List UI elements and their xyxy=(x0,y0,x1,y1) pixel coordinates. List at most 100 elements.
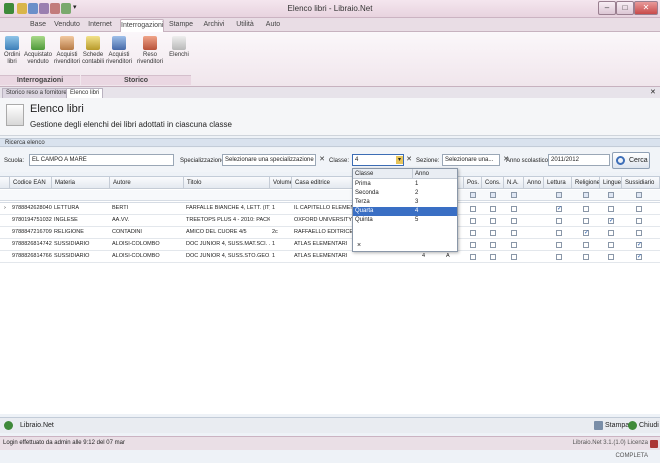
stampa-button[interactable]: Stampa xyxy=(594,421,629,431)
checkbox-lingue[interactable] xyxy=(608,206,614,212)
chiudi-button[interactable]: Chiudi xyxy=(628,421,659,431)
checkbox-na_cb[interactable] xyxy=(511,254,517,260)
dropdown-item[interactable]: Seconda 2 xyxy=(353,189,457,198)
page-title: Elenco libri xyxy=(30,103,84,115)
checkbox-sussidiario[interactable]: ✓ xyxy=(636,254,642,260)
cerca-button[interactable]: Cerca xyxy=(612,152,650,169)
schede-contabili-button[interactable]: Schede contabili xyxy=(81,36,105,66)
tab-internet[interactable]: Internet xyxy=(84,19,116,32)
specializzazione-select[interactable]: Selezionare una specializzazione xyxy=(222,154,316,166)
checkbox-cons[interactable] xyxy=(490,254,496,260)
classe-dropdown-icon[interactable]: ▾ xyxy=(396,156,403,164)
filter-checkbox[interactable] xyxy=(470,192,476,198)
tab-archivi[interactable]: Archivi xyxy=(199,19,229,32)
col-header-materia[interactable]: Materia xyxy=(52,177,110,189)
filter-checkbox[interactable] xyxy=(490,192,496,198)
checkbox-pos[interactable] xyxy=(470,254,476,260)
cell-autore: AA.VV. xyxy=(112,217,130,223)
col-header-religione[interactable]: Religione xyxy=(572,177,600,189)
clear-specializzazione-icon[interactable]: ✕ xyxy=(318,155,326,165)
col-header-ean[interactable]: Codice EAN xyxy=(10,177,52,189)
dropdown-item[interactable]: Quarta 4 xyxy=(353,207,457,216)
sezione-select[interactable]: Selezionare una... xyxy=(442,154,500,166)
checkbox-pos[interactable] xyxy=(470,230,476,236)
tab-base[interactable]: Base xyxy=(26,19,50,32)
close-button[interactable]: ✕ xyxy=(634,1,658,15)
dropdown-item-classe: Quinta xyxy=(355,217,373,223)
checkbox-pos[interactable] xyxy=(470,206,476,212)
checkbox-lettura[interactable] xyxy=(556,254,562,260)
dropdown-clear-icon[interactable]: × xyxy=(357,242,361,249)
checkbox-lettura[interactable] xyxy=(556,242,562,248)
tab-venduto[interactable]: Venduto xyxy=(53,19,81,32)
col-header-titolo[interactable]: Titolo xyxy=(184,177,270,189)
dropdown-item-anno: 5 xyxy=(415,217,419,223)
tab-utilita[interactable]: Utilità xyxy=(233,19,257,32)
ordini-libri-button[interactable]: Ordini libri xyxy=(2,36,22,66)
dropdown-item[interactable]: Quinta 5 xyxy=(353,216,457,225)
clear-classe-icon[interactable]: ✕ xyxy=(405,155,413,165)
col-header-cons[interactable]: Cons. xyxy=(482,177,504,189)
acquisti-rivenditori-button[interactable]: Acquisti rivenditori xyxy=(53,36,81,66)
checkbox-religione[interactable] xyxy=(583,254,589,260)
col-header-lettura[interactable]: Lettura xyxy=(544,177,572,189)
filter-checkbox[interactable] xyxy=(511,192,517,198)
checkbox-religione[interactable]: ✓ xyxy=(583,230,589,236)
filter-checkbox[interactable] xyxy=(636,192,642,198)
tab-auto[interactable]: Auto xyxy=(261,19,285,32)
checkbox-cons[interactable] xyxy=(490,230,496,236)
checkbox-lettura[interactable]: ✓ xyxy=(556,206,562,212)
checkbox-pos[interactable] xyxy=(470,242,476,248)
scuola-input[interactable]: EL CAMPO A MARE xyxy=(29,154,174,166)
filter-checkbox[interactable] xyxy=(583,192,589,198)
checkbox-na_cb[interactable] xyxy=(511,218,517,224)
resize-grip-icon[interactable] xyxy=(650,440,658,448)
checkbox-na_cb[interactable] xyxy=(511,206,517,212)
checkbox-cons[interactable] xyxy=(490,242,496,248)
dropdown-item[interactable]: Prima 1 xyxy=(353,180,457,189)
col-header-pos[interactable]: Pos. xyxy=(464,177,482,189)
checkbox-sussidiario[interactable] xyxy=(636,230,642,236)
checkbox-religione[interactable] xyxy=(583,218,589,224)
checkbox-na_cb[interactable] xyxy=(511,242,517,248)
minimize-button[interactable]: – xyxy=(598,1,616,15)
checkbox-pos[interactable] xyxy=(470,218,476,224)
col-header-anno[interactable]: Anno xyxy=(524,177,544,189)
reso-rivenditori-button[interactable]: Reso rivenditori xyxy=(132,36,168,66)
doc-tab-elenco-libri[interactable]: Elenco libri xyxy=(66,88,104,98)
col-header-lingue[interactable]: Lingue xyxy=(600,177,622,189)
tab-interrogazioni[interactable]: Interrogazioni xyxy=(120,19,164,32)
checkbox-lettura[interactable] xyxy=(556,218,562,224)
col-header-volume[interactable]: Volume xyxy=(270,177,292,189)
dropdown-item[interactable]: Terza 3 xyxy=(353,198,457,207)
filter-checkbox[interactable] xyxy=(608,192,614,198)
checkbox-sussidiario[interactable] xyxy=(636,206,642,212)
checkbox-religione[interactable] xyxy=(583,206,589,212)
anno-scolastico-select[interactable]: 2011/2012 xyxy=(548,154,610,166)
acquistato-venduto-button[interactable]: Acquistato venduto xyxy=(23,36,53,66)
checkbox-sussidiario[interactable]: ✓ xyxy=(636,242,642,248)
checkbox-na_cb[interactable] xyxy=(511,230,517,236)
col-header-na[interactable]: N.A. xyxy=(504,177,524,189)
checkbox-lingue[interactable] xyxy=(608,230,614,236)
checkbox-lettura[interactable] xyxy=(556,230,562,236)
cell-titolo: DOC JUNIOR 4, SUSS.STO.GEO. ... xyxy=(186,253,270,259)
filter-checkbox[interactable] xyxy=(556,192,562,198)
storico-acquisti-rivenditori-button[interactable]: Acquisti rivenditori xyxy=(105,36,133,66)
checkbox-lingue[interactable] xyxy=(608,254,614,260)
elenchi-button[interactable]: Elenchi xyxy=(168,36,190,59)
checkbox-cons[interactable] xyxy=(490,218,496,224)
checkbox-sussidiario[interactable] xyxy=(636,218,642,224)
doc-tab-storico-reso[interactable]: Storico reso a fornitore xyxy=(2,88,71,98)
close-doc-icon[interactable]: ✕ xyxy=(650,88,656,96)
checkbox-lingue[interactable] xyxy=(608,242,614,248)
checkbox-lingue[interactable]: ✓ xyxy=(608,218,614,224)
checkbox-religione[interactable] xyxy=(583,242,589,248)
tab-stampe[interactable]: Stampe xyxy=(166,19,196,32)
col-header-autore[interactable]: Autore xyxy=(110,177,184,189)
cell-autore: BERTI xyxy=(112,205,129,211)
col-header-sussidiario[interactable]: Sussidiario xyxy=(622,177,660,189)
row-indicator-header xyxy=(0,177,10,189)
checkbox-cons[interactable] xyxy=(490,206,496,212)
maximize-button[interactable]: □ xyxy=(616,1,634,15)
